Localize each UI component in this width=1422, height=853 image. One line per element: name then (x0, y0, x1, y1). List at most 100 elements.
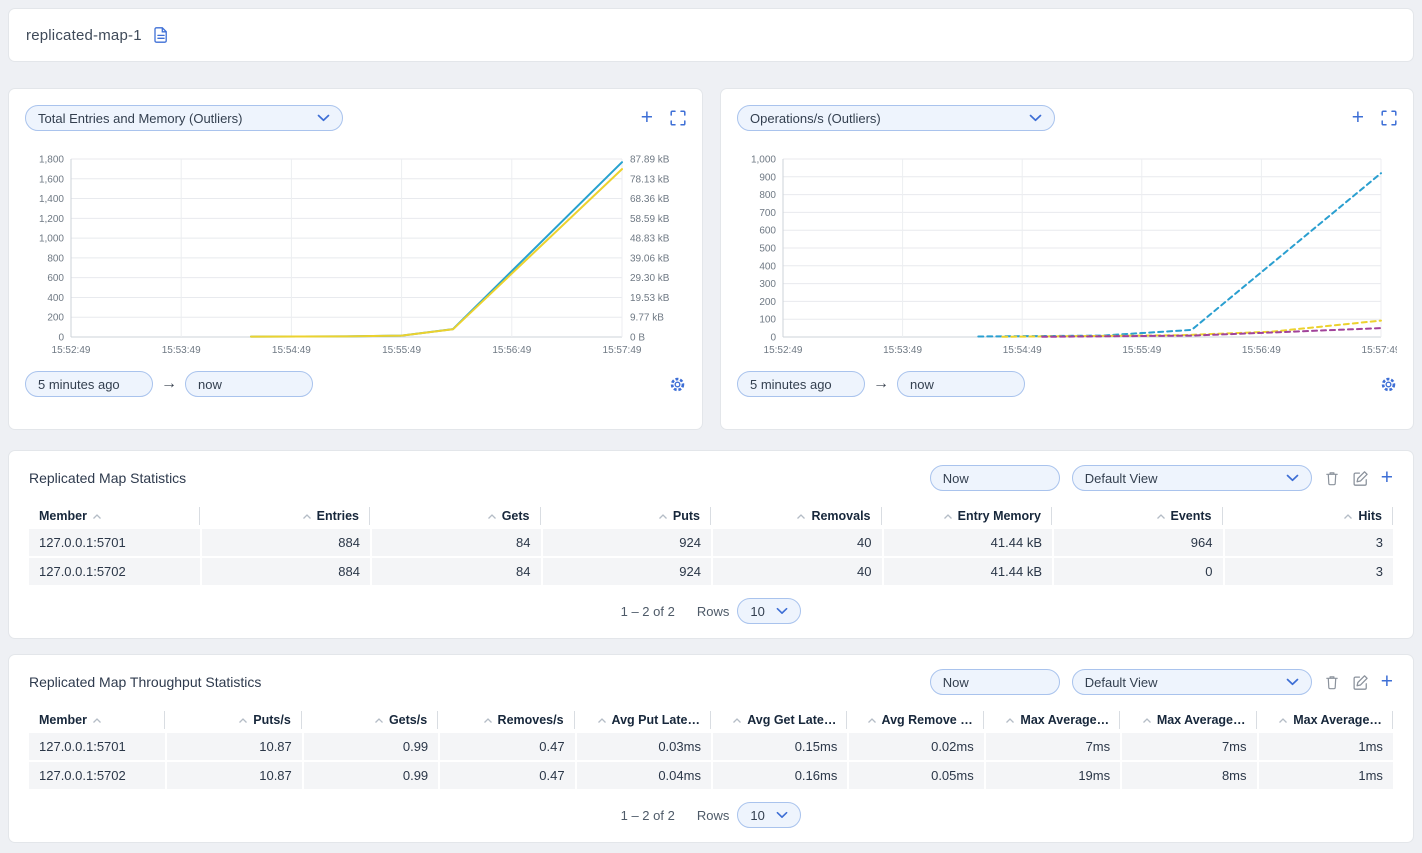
svg-text:15:57:49: 15:57:49 (1362, 345, 1397, 356)
svg-text:500: 500 (759, 244, 776, 255)
metric-select[interactable]: Operations/s (Outliers) (737, 105, 1055, 131)
time-from-input[interactable]: 5 minutes ago (25, 371, 153, 397)
column-header-removes-s[interactable]: Removes/s (438, 711, 574, 729)
time-filter-input[interactable]: Now (930, 669, 1060, 695)
svg-text:39.06 kB: 39.06 kB (630, 253, 670, 264)
table-cell: 7ms (984, 733, 1120, 760)
view-select[interactable]: Default View (1072, 669, 1312, 695)
page-title: replicated-map-1 (26, 27, 142, 44)
column-header-member[interactable]: Member (29, 711, 165, 729)
table-cell: 0.99 (302, 762, 438, 789)
table-cell: 0.03ms (575, 733, 711, 760)
table-cell: 1ms (1257, 762, 1393, 789)
table-cell: 1ms (1257, 733, 1393, 760)
column-label: Max Average… (1020, 713, 1109, 727)
table-cell: 84 (370, 529, 541, 556)
gear-icon[interactable] (669, 376, 686, 393)
table-cell: 3 (1223, 558, 1394, 585)
table-header: Replicated Map Throughput Statistics Now… (29, 669, 1393, 695)
line-chart-entries-memory: 00 B2009.77 kB40019.53 kB60029.30 kB8003… (25, 151, 686, 363)
sort-caret-icon (1278, 717, 1288, 724)
svg-text:9.77 kB: 9.77 kB (630, 313, 664, 324)
add-chart-button[interactable]: + (1352, 109, 1364, 127)
table-cell: 0.04ms (575, 762, 711, 789)
rows-per-page-select[interactable]: 10 (737, 598, 801, 624)
chevron-down-icon (317, 114, 330, 122)
rows-per-page-value: 10 (750, 604, 764, 619)
table-cell: 19ms (984, 762, 1120, 789)
column-header-max-average[interactable]: Max Average… (1120, 711, 1256, 729)
svg-text:15:54:49: 15:54:49 (1003, 345, 1042, 356)
column-header-max-average[interactable]: Max Average… (984, 711, 1120, 729)
rows-per-page-select[interactable]: 10 (737, 802, 801, 828)
column-header-removals[interactable]: Removals (711, 507, 882, 525)
sort-caret-icon (597, 717, 607, 724)
trash-icon[interactable] (1324, 470, 1340, 486)
column-header-avg-get-late[interactable]: Avg Get Late… (711, 711, 847, 729)
svg-text:15:57:49: 15:57:49 (603, 345, 642, 356)
table-cell: 0.02ms (847, 733, 983, 760)
column-header-member[interactable]: Member (29, 507, 200, 525)
column-header-gets[interactable]: Gets (370, 507, 541, 525)
column-header-puts-s[interactable]: Puts/s (165, 711, 301, 729)
svg-text:200: 200 (47, 313, 64, 324)
time-from-input[interactable]: 5 minutes ago (737, 371, 865, 397)
edit-icon[interactable] (1352, 674, 1369, 691)
time-to-value: now (198, 377, 222, 392)
column-header-entries[interactable]: Entries (200, 507, 371, 525)
svg-text:15:52:49: 15:52:49 (52, 345, 91, 356)
gear-icon[interactable] (1380, 376, 1397, 393)
chevron-down-icon (1286, 474, 1299, 482)
svg-text:0: 0 (58, 333, 64, 344)
column-header-entry-memory[interactable]: Entry Memory (882, 507, 1053, 525)
table-cell: 40 (711, 529, 882, 556)
time-to-input[interactable]: now (897, 371, 1025, 397)
column-label: Removes/s (498, 713, 564, 727)
column-header-puts[interactable]: Puts (541, 507, 712, 525)
add-column-button[interactable]: + (1381, 469, 1393, 487)
svg-text:200: 200 (759, 297, 776, 308)
column-label: Hits (1358, 509, 1382, 523)
chart-canvas: 01002003004005006007008009001,00015:52:4… (737, 151, 1397, 363)
add-column-button[interactable]: + (1381, 673, 1393, 691)
table-cell: 924 (541, 558, 712, 585)
table-title: Replicated Map Statistics (29, 470, 930, 486)
sort-caret-icon (1142, 717, 1152, 724)
svg-text:48.83 kB: 48.83 kB (630, 234, 670, 245)
sort-caret-icon (867, 717, 877, 724)
sort-caret-icon (1005, 717, 1015, 724)
expand-icon[interactable] (670, 110, 686, 126)
table-panel-replicated-map-throughput-statistics: Replicated Map Throughput Statistics Now… (8, 654, 1414, 843)
column-header-avg-put-late[interactable]: Avg Put Late… (575, 711, 711, 729)
expand-icon[interactable] (1381, 110, 1397, 126)
table-controls: Now Default View + (930, 465, 1393, 491)
table-panel-replicated-map-statistics: Replicated Map Statistics Now Default Vi… (8, 450, 1414, 639)
time-to-input[interactable]: now (185, 371, 313, 397)
column-label: Gets (502, 509, 530, 523)
column-label: Entries (317, 509, 359, 523)
table-body: 127.0.0.1:570110.870.990.470.03ms0.15ms0… (29, 733, 1393, 789)
table-cell: 40 (711, 558, 882, 585)
table-row: 127.0.0.1:5702884849244041.44 kB03 (29, 558, 1393, 585)
metric-select[interactable]: Total Entries and Memory (Outliers) (25, 105, 343, 131)
column-header-avg-remove[interactable]: Avg Remove … (847, 711, 983, 729)
edit-icon[interactable] (1352, 470, 1369, 487)
sort-caret-icon (374, 717, 384, 724)
pagination-range: 1 – 2 of 2 (621, 604, 675, 619)
svg-text:15:53:49: 15:53:49 (162, 345, 201, 356)
add-chart-button[interactable]: + (641, 109, 653, 127)
column-header-max-average[interactable]: Max Average… (1257, 711, 1393, 729)
chevron-down-icon (1286, 678, 1299, 686)
view-select[interactable]: Default View (1072, 465, 1312, 491)
document-icon[interactable] (152, 26, 170, 44)
trash-icon[interactable] (1324, 674, 1340, 690)
column-header-gets-s[interactable]: Gets/s (302, 711, 438, 729)
column-header-events[interactable]: Events (1052, 507, 1223, 525)
svg-text:400: 400 (47, 293, 64, 304)
column-label: Member (39, 713, 87, 727)
line-chart-operations: 01002003004005006007008009001,00015:52:4… (737, 151, 1397, 363)
table-header: Replicated Map Statistics Now Default Vi… (29, 465, 1393, 491)
time-filter-input[interactable]: Now (930, 465, 1060, 491)
chart-header: Operations/s (Outliers) + (737, 105, 1397, 131)
column-header-hits[interactable]: Hits (1223, 507, 1394, 525)
